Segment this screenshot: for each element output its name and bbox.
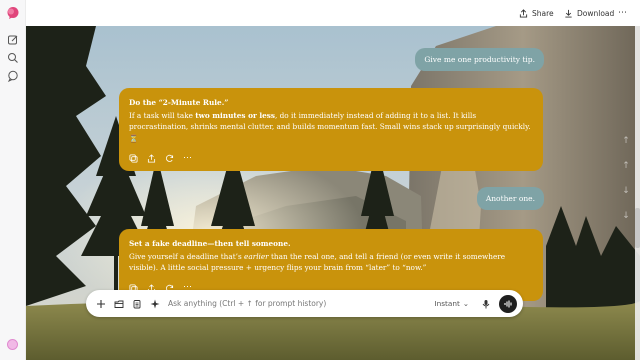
body-text: Give yourself a deadline that’s [129,251,245,261]
assistant-message-title: Set a fake deadline—then tell someone. [129,239,291,248]
message-navigation: ↑ ↑ ↓ ↓ [620,136,632,236]
body-bold-text: two minutes or less [195,110,275,120]
chevron-down-icon: ⌄ [462,299,469,308]
assistant-message-title: Do the “2-Minute Rule.” [129,98,229,107]
mode-label: Instant [434,299,460,308]
share-message-icon[interactable] [147,154,156,163]
scroll-down-small-icon[interactable]: ↓ [620,186,632,198]
folder-icon[interactable] [114,299,124,309]
user-avatar[interactable] [7,339,18,350]
app-window: Share Download ⋯ Give me one productivit… [0,0,640,360]
share-icon [519,8,528,18]
scroll-up-small-icon[interactable]: ↑ [620,161,632,173]
regenerate-icon[interactable] [165,154,174,163]
share-button[interactable]: Share [519,6,554,20]
more-options-icon: ⋯ [618,8,627,18]
user-message-text: Another one. [485,194,535,203]
top-bar: Share Download ⋯ [26,0,640,26]
scroll-up-arrow-icon[interactable]: ↑ [620,136,632,148]
user-message-bubble: Give me one productivity tip. [415,48,544,71]
download-button[interactable]: Download [564,6,614,20]
mode-selector[interactable]: Instant ⌄ [434,299,469,308]
add-icon[interactable] [96,299,106,309]
sparkle-icon[interactable] [150,299,160,309]
assistant-message-body: Give yourself a deadline that’s earlier … [129,251,533,274]
share-label: Share [532,8,554,18]
scrollbar-thumb[interactable] [635,208,640,248]
scrollbar[interactable] [635,26,640,360]
clipboard-icon[interactable] [132,299,142,309]
assistant-message-card: Do the “2-Minute Rule.” If a task will t… [119,88,543,171]
chat-bubble-icon[interactable] [7,70,19,82]
left-rail [0,0,26,360]
microphone-icon[interactable] [481,299,491,309]
composer-bar: Instant ⌄ [86,290,523,317]
voice-mode-button[interactable] [499,294,517,313]
search-icon[interactable] [7,52,19,64]
body-italic-text: earlier [244,251,269,261]
prompt-input[interactable] [168,299,435,308]
user-message-text: Give me one productivity tip. [424,55,535,64]
download-icon [565,9,572,18]
app-logo-icon[interactable] [6,6,20,20]
copy-icon[interactable] [129,154,138,163]
message-actions: ⋯ [129,153,533,163]
body-text: If a task will take [129,110,196,120]
user-message-bubble: Another one. [476,187,544,210]
more-actions-icon[interactable]: ⋯ [183,153,192,163]
download-label: Download [577,8,615,18]
waveform-icon [504,300,512,307]
scroll-down-arrow-icon[interactable]: ↓ [620,211,632,223]
assistant-message-body: If a task will take two minutes or less,… [129,110,533,145]
new-chat-icon[interactable] [7,34,19,46]
more-options-button[interactable]: ⋯ [618,6,627,20]
